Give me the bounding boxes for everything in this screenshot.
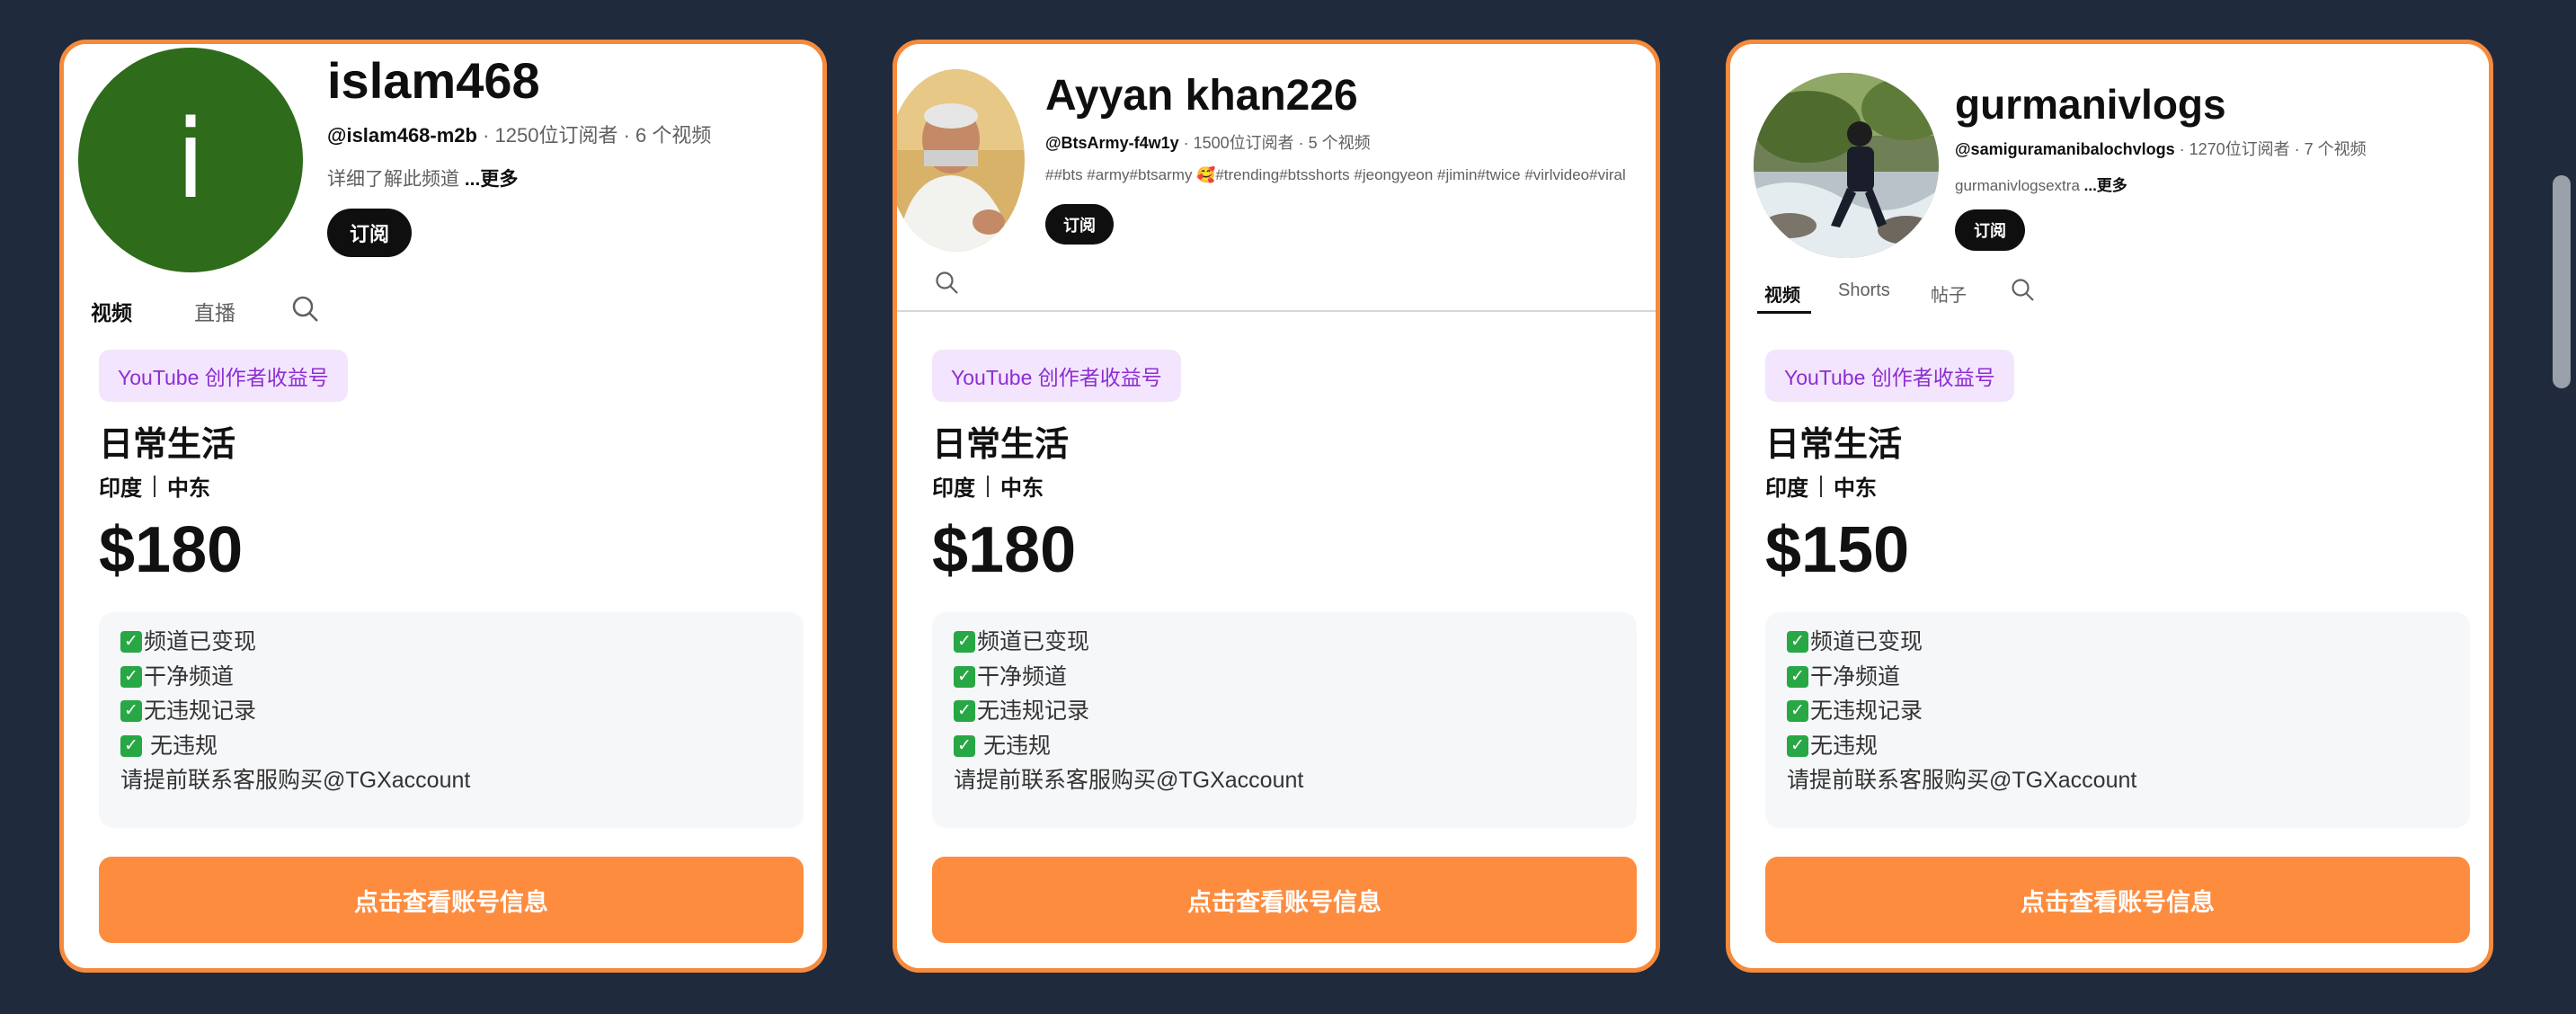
feature-item: ✓ 无违规 bbox=[120, 729, 782, 764]
avatar-letter: i bbox=[175, 97, 206, 223]
check-icon: ✓ bbox=[954, 631, 975, 654]
feature-item: ✓ 无违规 bbox=[1787, 729, 2448, 764]
divider bbox=[897, 310, 1656, 312]
category-title: 日常生活 bbox=[99, 426, 236, 464]
view-account-button[interactable]: 点击查看账号信息 bbox=[932, 857, 1637, 943]
region-tags: 印度 中东 bbox=[932, 470, 1044, 502]
tab-videos: 视频 bbox=[91, 301, 132, 325]
tab-videos: 视频 bbox=[1764, 286, 1800, 306]
check-icon: ✓ bbox=[1787, 631, 1808, 654]
account-card: i islam468 @islam468-m2b · 1250位订阅者 · 6 … bbox=[59, 40, 827, 973]
check-icon: ✓ bbox=[954, 700, 975, 723]
channel-header-screenshot: Ayyan khan226 @BtsArmy-f4w1y · 1500位订阅者 … bbox=[897, 44, 1656, 332]
channel-meta: @samiguramanibalochvlogs · 1270位订阅者 · 7 … bbox=[1955, 137, 2367, 160]
channel-stats: · 1250位订阅者 · 6 个视频 bbox=[476, 124, 712, 147]
account-card: Ayyan khan226 @BtsArmy-f4w1y · 1500位订阅者 … bbox=[893, 40, 1660, 973]
channel-description: gurmanivlogsextra ...更多 bbox=[1955, 173, 2458, 195]
region-tag: 印度 bbox=[99, 476, 142, 501]
region-tag: 中东 bbox=[167, 476, 210, 501]
region-tag: 中东 bbox=[1834, 476, 1877, 501]
check-icon: ✓ bbox=[954, 665, 975, 688]
feature-list: ✓ 频道已变现 ✓ 干净频道 ✓ 无违规记录 ✓ 无违规 请提前联系客服购买@TGXac… bbox=[1765, 612, 2470, 828]
contact-note: 请提前联系客服购买@TGXaccount bbox=[954, 768, 1304, 793]
channel-avatar: i bbox=[78, 48, 303, 272]
feature-item: ✓ 无违规 bbox=[954, 729, 1615, 764]
view-account-button[interactable]: 点击查看账号信息 bbox=[99, 857, 804, 943]
feature-item: ✓ 干净频道 bbox=[120, 660, 782, 695]
check-icon: ✓ bbox=[1787, 734, 1808, 757]
region-tags: 印度 中东 bbox=[1765, 470, 1877, 502]
feature-list: ✓ 频道已变现 ✓ 干净频道 ✓ 无违规记录 ✓ 无违规 请提前联系客服购买@TGXa… bbox=[99, 612, 804, 828]
scrollbar[interactable] bbox=[2549, 0, 2576, 1014]
channel-stats: · 1270位订阅者 · 7 个视频 bbox=[2174, 140, 2367, 158]
search-icon bbox=[2012, 279, 2034, 301]
feature-item: ✓ 干净频道 bbox=[954, 660, 1615, 695]
channel-header-screenshot: i islam468 @islam468-m2b · 1250位订阅者 · 6 … bbox=[64, 44, 822, 332]
region-tag: 中东 bbox=[1000, 476, 1044, 501]
channel-avatar bbox=[1754, 73, 1939, 258]
price: $180 bbox=[99, 514, 244, 586]
feature-item: ✓ 频道已变现 bbox=[1787, 625, 2448, 660]
feature-item: ✓ 干净频道 bbox=[1787, 660, 2448, 695]
channel-description-text: 详细了解此频道 bbox=[327, 169, 465, 190]
region-tag: 印度 bbox=[932, 476, 975, 501]
channel-meta: @islam468-m2b · 1250位订阅者 · 6 个视频 bbox=[327, 120, 711, 148]
channel-description: ##bts #army#btsarmy 🥰#trending#btsshorts… bbox=[1045, 166, 1626, 183]
feature-list: ✓ 频道已变现 ✓ 干净频道 ✓ 无违规记录 ✓ 无违规 请提前联系客服购买@TGXa… bbox=[932, 612, 1637, 828]
channel-handle: @BtsArmy-f4w1y bbox=[1045, 134, 1179, 152]
more-link: ...更多 bbox=[2083, 177, 2127, 194]
check-icon: ✓ bbox=[120, 734, 142, 757]
divider bbox=[987, 475, 989, 497]
channel-handle: @islam468-m2b bbox=[327, 124, 477, 147]
tab-posts: 帖子 bbox=[1931, 286, 1967, 306]
subscribe-button: 订阅 bbox=[1955, 209, 2025, 251]
price: $180 bbox=[932, 514, 1077, 586]
subscribe-button: 订阅 bbox=[327, 209, 412, 257]
divider bbox=[154, 475, 155, 497]
channel-handle: @samiguramanibalochvlogs bbox=[1955, 140, 2175, 158]
subscribe-button: 订阅 bbox=[1045, 204, 1114, 245]
check-icon: ✓ bbox=[1787, 665, 1808, 688]
scrollbar-thumb[interactable] bbox=[2553, 175, 2571, 388]
category-title: 日常生活 bbox=[1765, 426, 1903, 464]
check-icon: ✓ bbox=[954, 734, 975, 757]
feature-item: ✓ 无违规记录 bbox=[120, 694, 782, 729]
check-icon: ✓ bbox=[1787, 700, 1808, 723]
account-card: gurmanivlogs @samiguramanibalochvlogs · … bbox=[1726, 40, 2493, 973]
search-icon bbox=[936, 271, 958, 294]
region-tag: 印度 bbox=[1765, 476, 1808, 501]
channel-header-screenshot: gurmanivlogs @samiguramanibalochvlogs · … bbox=[1730, 44, 2489, 332]
tab-live: 直播 bbox=[194, 301, 235, 325]
check-icon: ✓ bbox=[120, 665, 142, 688]
channel-stats: · 1500位订阅者 · 5 个视频 bbox=[1178, 134, 1371, 152]
feature-item: ✓ 无违规记录 bbox=[1787, 694, 2448, 729]
monetized-badge: YouTube 创作者收益号 bbox=[99, 350, 348, 402]
monetized-badge: YouTube 创作者收益号 bbox=[932, 350, 1181, 402]
divider bbox=[1820, 475, 1822, 497]
monetized-badge: YouTube 创作者收益号 bbox=[1765, 350, 2014, 402]
channel-description: 详细了解此频道 ...更多 bbox=[327, 165, 813, 191]
check-icon: ✓ bbox=[120, 631, 142, 654]
price: $150 bbox=[1765, 514, 1910, 586]
more-link: ...更多 bbox=[464, 169, 519, 190]
channel-description-text: gurmanivlogsextra bbox=[1955, 177, 2084, 194]
channel-name: islam468 bbox=[327, 52, 540, 109]
view-account-button[interactable]: 点击查看账号信息 bbox=[1765, 857, 2470, 943]
check-icon: ✓ bbox=[120, 700, 142, 723]
feature-item: ✓ 无违规记录 bbox=[954, 694, 1615, 729]
channel-meta: @BtsArmy-f4w1y · 1500位订阅者 · 5 个视频 bbox=[1045, 130, 1371, 154]
feature-item: ✓ 频道已变现 bbox=[954, 625, 1615, 660]
channel-avatar bbox=[897, 69, 1025, 252]
region-tags: 印度 中东 bbox=[99, 470, 210, 502]
contact-note: 请提前联系客服购买@TGXaccount bbox=[1787, 768, 2137, 793]
contact-note: 请提前联系客服购买@TGXaccount bbox=[120, 768, 471, 793]
channel-name: Ayyan khan226 bbox=[1045, 72, 1358, 120]
search-icon bbox=[292, 296, 318, 322]
channel-name: gurmanivlogs bbox=[1955, 81, 2226, 128]
tab-shorts: Shorts bbox=[1838, 280, 1890, 300]
feature-item: ✓ 频道已变现 bbox=[120, 625, 782, 660]
active-tab-underline bbox=[1757, 311, 1811, 314]
category-title: 日常生活 bbox=[932, 426, 1070, 464]
